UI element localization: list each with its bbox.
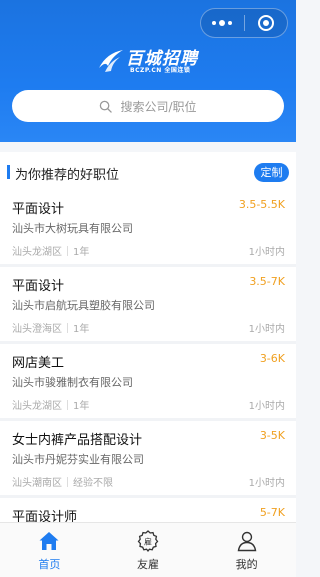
logo-mark-icon [99, 50, 123, 72]
tab-mine-label: 我的 [235, 558, 258, 571]
miniprogram-capsule [200, 8, 288, 38]
job-salary: 3.5-5.5K [238, 198, 285, 211]
job-experience: 1年 [73, 247, 90, 258]
tag-divider [67, 245, 68, 256]
search-icon [100, 100, 113, 113]
job-title: 网店美工 [12, 356, 65, 371]
svg-text:雇: 雇 [144, 537, 152, 547]
tag-divider [67, 476, 68, 487]
tab-friend[interactable]: 雇 友雇 [99, 523, 198, 577]
job-time: 1小时内 [248, 247, 285, 258]
tag-divider [67, 399, 68, 410]
header-banner: 百城招聘 BCZP.CN 全国连锁 搜索公司/职位 [0, 0, 296, 142]
job-district: 汕头潮南区 [12, 478, 62, 489]
job-title: 女士内裤产品搭配设计 [12, 433, 143, 448]
bottom-tab-bar: 首页 雇 友雇 我的 [0, 522, 296, 577]
job-time: 1小时内 [248, 478, 285, 489]
search-placeholder: 搜索公司/职位 [120, 99, 197, 114]
job-company: 汕头市大树玩具有限公司 [12, 222, 133, 235]
employer-badge-icon: 雇 [137, 530, 159, 553]
job-tags: 汕头澄海区 1年 [12, 320, 89, 335]
job-tags: 汕头龙湖区 1年 [12, 397, 89, 412]
tag-divider [67, 322, 68, 333]
job-card[interactable]: 平面设计师 5-7K [0, 498, 296, 522]
section-title: 为你推荐的好职位 [15, 168, 120, 183]
tab-home-label: 首页 [38, 558, 61, 571]
search-input[interactable]: 搜索公司/职位 [12, 90, 284, 122]
customize-button[interactable]: 定制 [254, 163, 289, 182]
job-card[interactable]: 女士内裤产品搭配设计 3-5K 汕头市丹妮芬实业有限公司 汕头潮南区 经验不限 … [0, 421, 296, 498]
tab-friend-label: 友雇 [137, 558, 159, 571]
logo-sub-text: BCZP.CN 全国连锁 [130, 67, 191, 74]
job-salary: 3-6K [259, 352, 285, 365]
job-title: 平面设计师 [12, 510, 78, 522]
tab-home[interactable]: 首页 [0, 523, 99, 577]
job-experience: 1年 [73, 324, 90, 335]
job-district: 汕头龙湖区 [12, 247, 62, 258]
home-icon [39, 532, 59, 550]
app-logo: 百城招聘 BCZP.CN 全国连锁 [96, 44, 208, 78]
user-icon [237, 531, 256, 552]
job-company: 汕头市骏雅制衣有限公司 [12, 376, 133, 389]
job-card[interactable]: 平面设计 3.5-7K 汕头市启航玩具塑胶有限公司 汕头澄海区 1年 1小时内 [0, 267, 296, 344]
job-card[interactable]: 平面设计 3.5-5.5K 汕头市大树玩具有限公司 汕头龙湖区 1年 1小时内 [0, 190, 296, 267]
job-salary: 3.5-7K [249, 275, 285, 288]
more-options-icon[interactable] [201, 9, 244, 37]
job-tags: 汕头潮南区 经验不限 [12, 474, 113, 489]
job-salary: 3-5K [259, 429, 285, 442]
job-experience: 经验不限 [73, 478, 113, 489]
job-time: 1小时内 [248, 324, 285, 335]
section-accent-bar [7, 165, 10, 179]
job-district: 汕头澄海区 [12, 324, 62, 335]
job-list-panel: 为你推荐的好职位 定制 平面设计 3.5-5.5K 汕头市大树玩具有限公司 汕头… [0, 152, 296, 522]
job-time: 1小时内 [248, 401, 285, 412]
job-company: 汕头市丹妮芬实业有限公司 [12, 453, 144, 466]
job-district: 汕头龙湖区 [12, 401, 62, 412]
tab-mine[interactable]: 我的 [197, 523, 296, 577]
job-title: 平面设计 [12, 202, 65, 217]
job-company: 汕头市启航玩具塑胶有限公司 [12, 299, 155, 312]
job-experience: 1年 [73, 401, 90, 412]
job-tags: 汕头龙湖区 1年 [12, 243, 89, 258]
job-title: 平面设计 [12, 279, 65, 294]
job-salary: 5-7K [259, 506, 285, 519]
close-miniprogram-icon[interactable] [245, 9, 288, 37]
job-card[interactable]: 网店美工 3-6K 汕头市骏雅制衣有限公司 汕头龙湖区 1年 1小时内 [0, 344, 296, 421]
section-header: 为你推荐的好职位 定制 [0, 152, 296, 192]
